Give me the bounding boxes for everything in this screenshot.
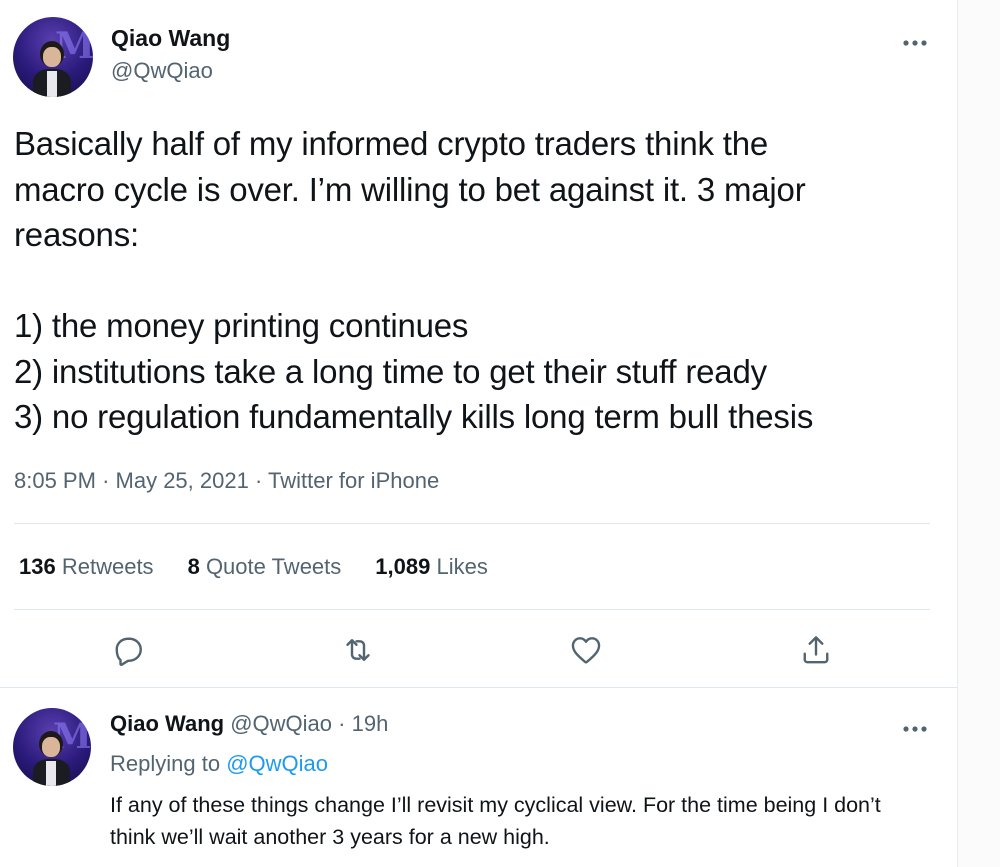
reply-avatar[interactable]: M: [13, 708, 91, 786]
quote-tweets-stat[interactable]: 8 Quote Tweets: [188, 554, 342, 580]
retweets-count: 136: [19, 554, 56, 579]
tweet-source[interactable]: Twitter for iPhone: [268, 468, 439, 493]
retweet-icon: [346, 639, 370, 661]
like-button[interactable]: [568, 632, 604, 668]
tweet-time[interactable]: 8:05 PM: [14, 468, 96, 493]
divider: [14, 523, 930, 524]
reply-more-options-icon[interactable]: [902, 720, 928, 732]
tweet-text: Basically half of my informed crypto tra…: [14, 125, 814, 435]
quote-label: Quote Tweets: [205, 554, 342, 579]
tweet-meta: 8:05 PM · May 25, 2021 · Twitter for iPh…: [14, 468, 439, 494]
reply-text: If any of these things change I’ll revis…: [110, 793, 881, 849]
share-button[interactable]: [798, 632, 834, 668]
replying-to: Replying to @QwQiao: [110, 751, 328, 777]
reply-icon: [115, 637, 142, 667]
divider: [14, 609, 930, 610]
more-options-icon[interactable]: [902, 34, 928, 46]
avatar[interactable]: M: [13, 17, 93, 97]
share-icon: [803, 636, 829, 664]
reply-header: Qiao Wang @QwQiao · 19h: [110, 711, 388, 737]
right-gutter: [958, 0, 1000, 867]
quote-count: 8: [187, 554, 200, 579]
like-icon: [571, 637, 601, 664]
divider: [0, 687, 957, 688]
author-handle[interactable]: @QwQiao: [111, 58, 213, 84]
retweets-label: Retweets: [61, 554, 154, 579]
retweet-button[interactable]: [340, 632, 376, 668]
engagement-stats: 136 Retweets 8 Quote Tweets 1,089 Likes: [19, 554, 488, 580]
replying-label: Replying to: [110, 751, 221, 776]
likes-stat[interactable]: 1,089 Likes: [375, 554, 488, 580]
reply-separator: ·: [338, 711, 346, 736]
likes-label: Likes: [436, 554, 488, 579]
retweets-stat[interactable]: 136 Retweets: [19, 554, 154, 580]
author-name[interactable]: Qiao Wang: [111, 25, 230, 52]
likes-count: 1,089: [375, 554, 431, 579]
meta-separator: ·: [102, 468, 110, 493]
reply-age[interactable]: 19h: [352, 711, 389, 736]
meta-separator: ·: [254, 468, 263, 493]
reply-button[interactable]: [110, 632, 146, 668]
tweet-date[interactable]: May 25, 2021: [116, 468, 249, 493]
reply-author-name[interactable]: Qiao Wang: [110, 711, 224, 736]
replying-mention[interactable]: @QwQiao: [226, 751, 328, 776]
reply-author-handle[interactable]: @QwQiao: [230, 711, 332, 736]
